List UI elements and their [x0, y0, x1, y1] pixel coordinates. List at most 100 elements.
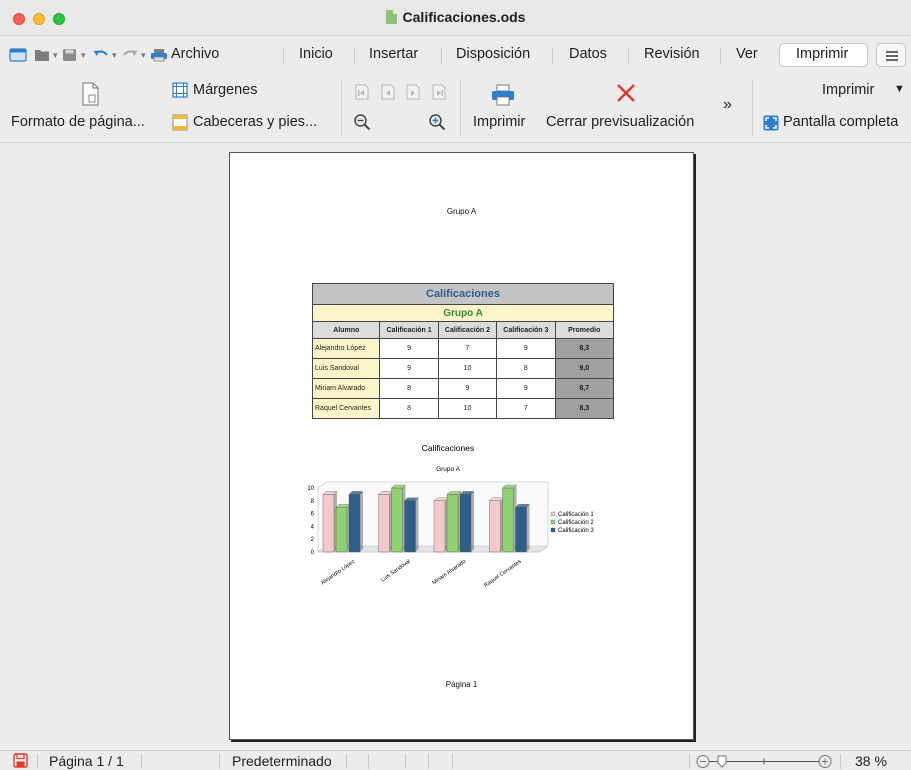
tab-imprimir[interactable]: Imprimir — [796, 46, 848, 62]
sidebar-toggle-icon[interactable] — [9, 48, 27, 62]
full-screen-button[interactable]: Pantalla completa — [783, 114, 898, 130]
zoom-out-icon[interactable] — [353, 113, 371, 131]
undo-icon[interactable] — [92, 48, 110, 62]
table-cell: 8 — [496, 358, 556, 379]
margins-icon — [172, 82, 188, 98]
menu-divider — [283, 48, 284, 64]
close-preview-button[interactable]: Cerrar previsualización — [546, 114, 694, 130]
table-cell: 8,3 — [554, 398, 615, 419]
chart-bar — [433, 500, 446, 553]
status-separator — [689, 754, 690, 769]
redo-icon[interactable] — [121, 48, 139, 62]
window-title-text: Calificaciones.ods — [402, 9, 526, 25]
chart-bar — [391, 487, 403, 553]
chart-bar — [322, 494, 335, 553]
table-row: Alejandro López 9 7 9 8,3 — [311, 338, 615, 359]
table-cell: 9 — [496, 378, 556, 399]
chart-bar — [459, 494, 472, 553]
title-bar: Calificaciones.ods — [0, 0, 911, 36]
column-header: Calificación 2 — [437, 321, 498, 339]
tab-revision[interactable]: Revisión — [644, 46, 700, 62]
tab-disposicion[interactable]: Disposición — [456, 46, 530, 62]
zoom-in-icon[interactable] — [428, 113, 446, 131]
table-row: Luis Sandoval 9 10 8 9,0 — [311, 358, 615, 379]
status-separator — [428, 754, 429, 769]
legend-label: Calificación 3 — [558, 528, 594, 534]
page-format-button[interactable]: Formato de página... — [11, 114, 145, 130]
print-button[interactable]: Imprimir — [473, 114, 525, 130]
y-tick-label: 2 — [311, 537, 315, 543]
full-screen-icon — [763, 115, 779, 131]
tab-ver[interactable]: Ver — [736, 46, 758, 62]
margins-button[interactable]: Márgenes — [193, 82, 257, 98]
open-folder-icon[interactable] — [34, 48, 50, 62]
headers-footers-button[interactable]: Cabeceras y pies... — [193, 114, 317, 130]
tab-datos[interactable]: Datos — [569, 46, 607, 62]
document-modified-icon[interactable] — [13, 753, 28, 768]
toolbar-separator — [460, 80, 461, 136]
chart-bar — [489, 500, 501, 553]
hamburger-line — [886, 59, 898, 61]
table-cell: 9 — [496, 338, 556, 359]
table-cell: 7 — [437, 338, 498, 359]
chart-bar — [502, 487, 514, 553]
save-dropdown-icon[interactable]: ▾ — [81, 50, 86, 61]
status-separator — [141, 754, 142, 769]
open-dropdown-icon[interactable]: ▾ — [53, 50, 58, 61]
page-style[interactable]: Predeterminado — [232, 753, 332, 769]
table-row: Raquel Cervantes 8 10 7 8,3 — [311, 398, 615, 419]
menu-divider — [720, 48, 721, 64]
close-preview-icon[interactable] — [615, 82, 637, 104]
undo-dropdown-icon[interactable]: ▾ — [112, 50, 117, 61]
legend-swatch — [550, 519, 556, 525]
y-tick-label: 4 — [311, 524, 315, 530]
redo-dropdown-icon[interactable]: ▾ — [141, 50, 146, 61]
chevron-down-icon[interactable]: ▼ — [894, 83, 905, 95]
page-format-icon[interactable] — [80, 82, 100, 106]
next-page-icon[interactable] — [405, 84, 421, 100]
legend-label: Calificación 2 — [558, 520, 594, 526]
hamburger-line — [886, 51, 898, 53]
chart-bar — [515, 506, 527, 553]
status-separator — [37, 754, 38, 769]
previous-page-icon[interactable] — [380, 84, 396, 100]
chart-bar — [404, 500, 416, 553]
last-page-icon[interactable] — [431, 84, 447, 100]
chart-bar-side — [415, 497, 419, 552]
first-page-icon[interactable] — [354, 84, 370, 100]
tab-archivo[interactable]: Archivo — [171, 46, 219, 62]
print-button-icon[interactable] — [491, 84, 515, 106]
menu-hamburger-button[interactable] — [876, 43, 906, 67]
status-separator — [219, 754, 220, 769]
grades-chart: Calificaciones Grupo A 10 8 6 4 2 0 Alejandro Ló… — [307, 443, 594, 589]
legend-swatch — [550, 527, 556, 533]
grades-table: Calificaciones Grupo A Alumno Calificaci… — [311, 283, 615, 419]
zoom-level[interactable]: 38 % — [855, 753, 887, 769]
table-cell: Luis Sandoval — [311, 358, 381, 379]
table-row: Miriam Alvarado 8 9 9 8,7 — [311, 378, 615, 399]
menu-divider — [441, 48, 442, 64]
chart-bar — [335, 506, 348, 553]
print-icon[interactable] — [150, 48, 168, 62]
page-count: Página 1 / 1 — [49, 753, 124, 769]
y-tick-label: 8 — [311, 499, 315, 505]
column-header: Promedio — [554, 321, 615, 339]
table-cell: 9 — [379, 358, 439, 379]
table-cell: 9,0 — [554, 358, 615, 379]
tab-inicio[interactable]: Inicio — [299, 46, 333, 62]
x-tick-label: Alejandro López — [320, 559, 356, 587]
tab-insertar[interactable]: Insertar — [369, 46, 418, 62]
overflow-chevron-icon[interactable]: » — [723, 96, 732, 114]
chart-title: Calificaciones — [422, 443, 474, 453]
x-tick-label: Raquel Cervantes — [483, 559, 523, 589]
preview-page: Grupo A Calificaciones Grupo A Alumno Ca… — [229, 152, 694, 740]
page-header-text: Grupo A — [446, 207, 477, 216]
table-cell: 7 — [496, 398, 556, 419]
spreadsheet-doc-icon — [385, 10, 397, 24]
table-cell: 8,7 — [554, 378, 615, 399]
zoom-slider[interactable] — [696, 754, 832, 769]
toolbar-separator — [752, 80, 753, 136]
print-menu-button[interactable]: Imprimir — [822, 82, 874, 98]
table-title: Calificaciones — [312, 283, 614, 305]
save-icon[interactable] — [62, 48, 77, 62]
